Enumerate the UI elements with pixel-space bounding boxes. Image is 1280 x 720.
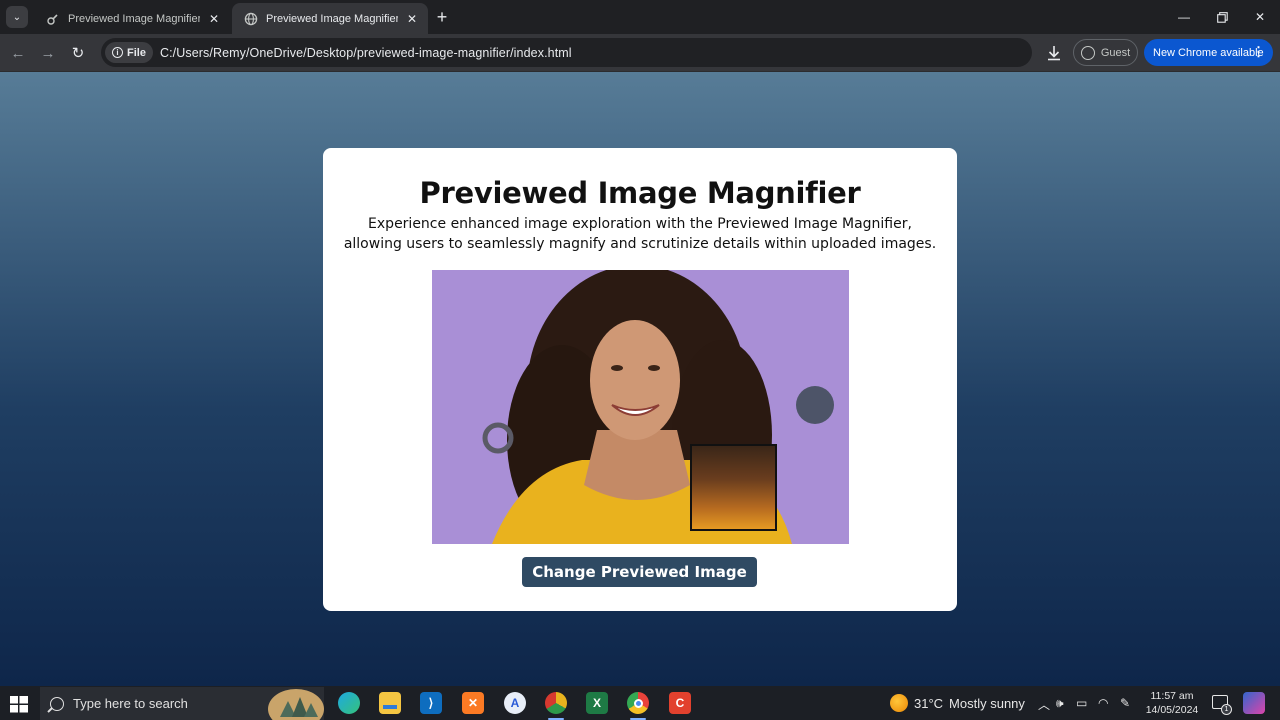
globe-icon [244,12,258,25]
forward-button[interactable]: → [38,43,58,63]
close-icon: ✕ [1254,10,1266,24]
app-a-icon[interactable]: A [504,692,526,714]
portrait-photo [432,270,849,544]
weather-condition: Mostly sunny [949,695,1025,711]
clock-time: 11:57 am [1150,690,1194,702]
page-viewport: Previewed Image Magnifier Experience enh… [0,72,1280,686]
previewed-image[interactable] [432,270,849,544]
file-explorer-icon[interactable] [379,692,401,714]
weather-widget[interactable]: 31°C Mostly sunny [890,694,1025,712]
edge-icon[interactable] [338,692,360,714]
tab-title: Previewed Image Magnifier Usi [68,12,200,25]
minimize-icon: — [1178,10,1190,24]
close-window-button[interactable]: ✕ [1247,6,1273,28]
pen-icon[interactable]: ✎ [1120,696,1130,710]
speaker-icon[interactable]: 🕪 [1056,696,1064,711]
search-highlight-icon [268,689,324,720]
restore-button[interactable] [1209,6,1235,28]
browser-toolbar: ← → ↻ i File C:/Users/Remy/OneDrive/Desk… [0,34,1280,72]
new-tab-button[interactable]: + [432,7,452,27]
tab-active[interactable]: Previewed Image Magnifier ✕ [232,3,428,34]
tab-strip: ⌄ Previewed Image Magnifier Usi ✕ Previe… [0,0,1280,34]
page-description: Experience enhanced image exploration wi… [343,216,937,252]
profile-label: Guest [1100,46,1131,59]
close-tab-icon[interactable]: ✕ [404,11,420,27]
chrome-icon[interactable] [627,692,649,720]
chevron-down-icon: ⌄ [12,11,22,23]
excel-icon[interactable]: X [586,692,608,714]
change-image-button[interactable]: Change Previewed Image [522,557,757,587]
site-info-chip[interactable]: i File [105,42,153,63]
restore-icon [1216,11,1228,23]
page-favicon-icon [47,13,58,25]
notification-badge: 1 [1221,704,1232,715]
update-label: New Chrome available [1153,46,1264,59]
clock-date: 14/05/2024 [1145,704,1199,716]
search-placeholder: Type here to search [73,696,188,711]
reload-icon: ↻ [71,45,85,62]
reload-button[interactable]: ↻ [68,43,88,63]
address-bar[interactable]: i File C:/Users/Remy/OneDrive/Desktop/pr… [101,38,1032,67]
back-button[interactable]: ← [8,43,28,63]
chrome-canary-icon[interactable] [545,692,567,720]
profile-avatar-icon [1080,45,1095,60]
magnifier-cursor [796,386,834,424]
more-menu-icon[interactable]: ⋮ [1252,44,1265,60]
minimize-button[interactable]: — [1171,6,1197,28]
xampp-icon[interactable]: ✕ [462,692,484,714]
windows-taskbar: Type here to search ⟩ ✕ A X C 31°C Mostl… [0,686,1280,720]
vscode-icon[interactable]: ⟩ [420,692,442,714]
magnifier-card: Previewed Image Magnifier Experience enh… [323,148,957,611]
page-title: Previewed Image Magnifier [419,176,861,210]
weather-temperature: 31°C [914,695,944,711]
taskbar-search[interactable]: Type here to search [40,687,324,720]
address-url[interactable]: C:/Users/Remy/OneDrive/Desktop/previewed… [160,46,572,60]
plus-icon: + [436,6,448,27]
tab-title: Previewed Image Magnifier [266,12,398,25]
arrow-right-icon: → [40,44,56,62]
search-icon [50,696,64,711]
update-chrome-button[interactable]: New Chrome available ⋮ [1144,39,1273,66]
windows-start-icon[interactable] [8,694,30,714]
tab-search-button[interactable]: ⌄ [6,6,28,28]
taskbar-clock[interactable]: 11:57 am 14/05/2024 [1140,689,1204,717]
download-icon[interactable] [1044,43,1064,63]
info-icon: i [112,47,123,58]
tab-previous[interactable]: Previewed Image Magnifier Usi ✕ [34,3,230,34]
chevron-up-icon[interactable]: ︿ [1038,696,1050,713]
weather-sun-icon [890,694,908,712]
copilot-icon[interactable] [1243,692,1265,714]
canva-icon[interactable]: C [669,692,691,714]
battery-icon[interactable]: ▭ [1076,696,1087,710]
wifi-icon[interactable]: ◠ [1098,696,1108,710]
close-tab-icon[interactable]: ✕ [206,11,222,27]
profile-button[interactable]: Guest [1073,39,1138,66]
magnifier-lens [690,444,777,531]
site-info-label: File [127,46,146,59]
arrow-left-icon: ← [10,44,26,62]
